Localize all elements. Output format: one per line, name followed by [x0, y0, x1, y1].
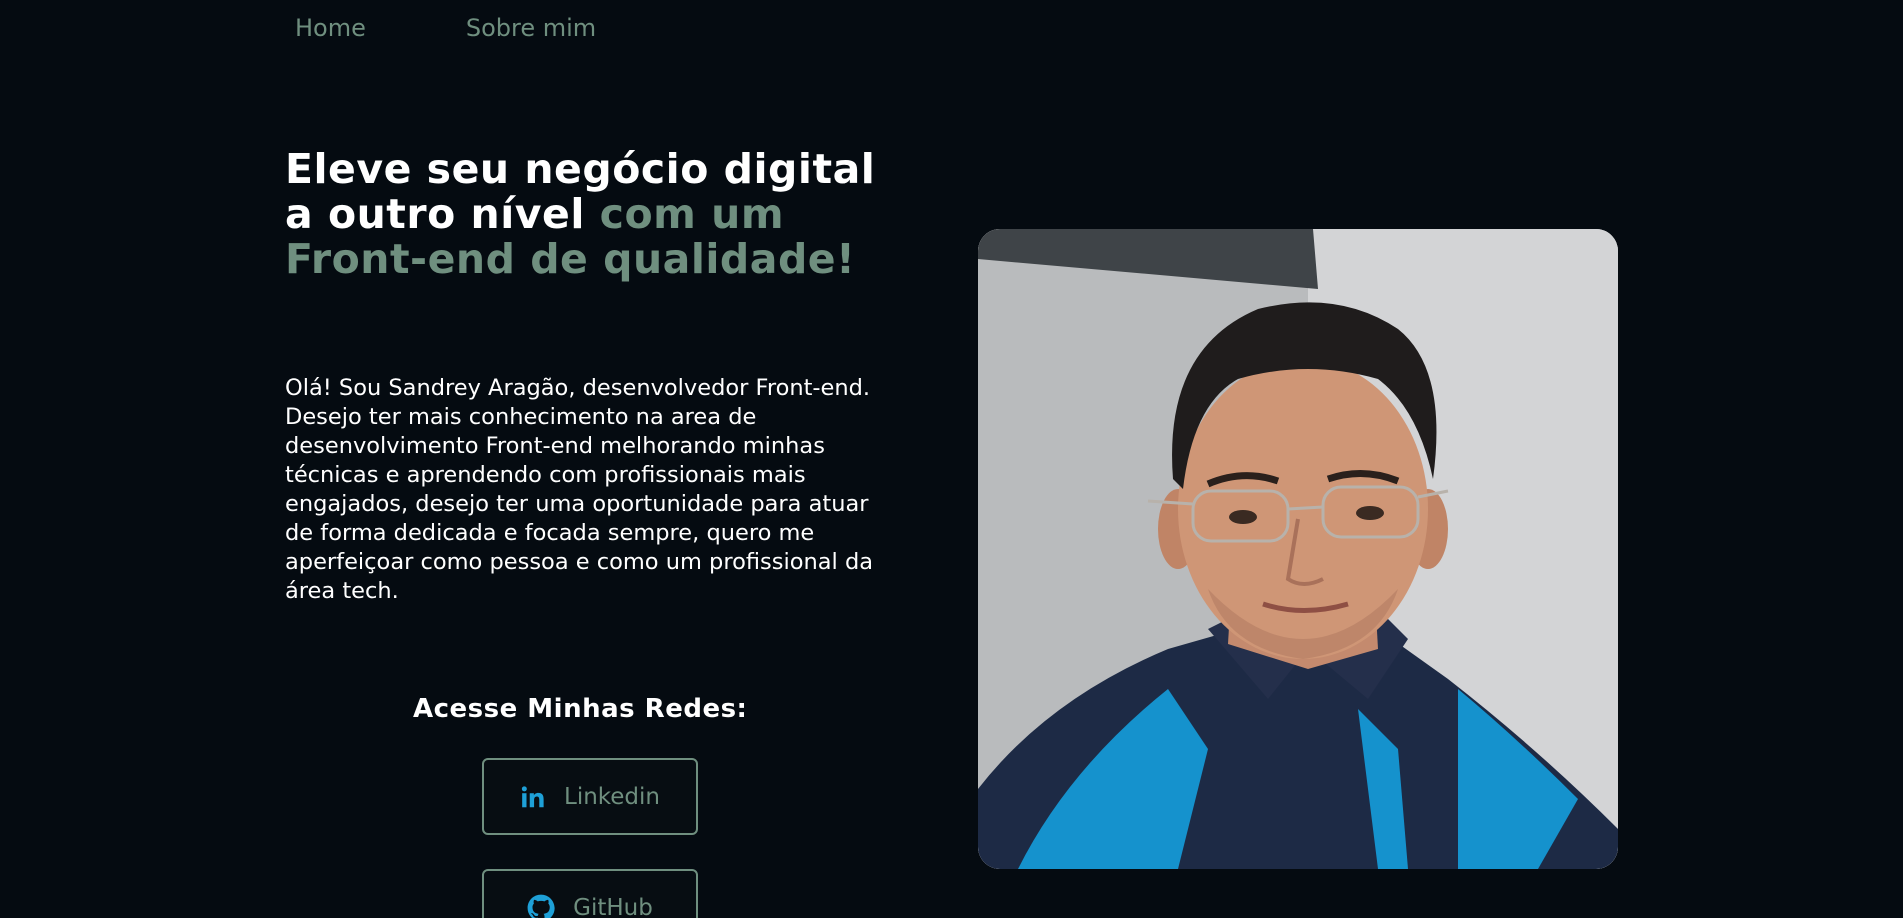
- bio-text: Olá! Sou Sandrey Aragão, desenvolvedor F…: [285, 375, 874, 604]
- linkedin-label: Linkedin: [564, 783, 660, 810]
- github-button[interactable]: GitHub: [482, 869, 698, 918]
- social-title: Acesse Minhas Redes:: [413, 694, 748, 724]
- page: Home Sobre mim Eleve seu negócio digital…: [0, 0, 1903, 918]
- profile-photo: [978, 229, 1618, 869]
- github-label: GitHub: [573, 894, 653, 918]
- nav-about-link[interactable]: Sobre mim: [466, 14, 596, 42]
- github-icon: [527, 894, 555, 918]
- hero-headline: Eleve seu negócio digital a outro nível …: [285, 147, 905, 282]
- linkedin-icon: [520, 784, 546, 810]
- main-nav: Home Sobre mim: [295, 14, 596, 42]
- headline-main: Eleve seu negócio digital a outro nível: [285, 145, 876, 238]
- nav-home-link[interactable]: Home: [295, 14, 366, 42]
- linkedin-button[interactable]: Linkedin: [482, 758, 698, 835]
